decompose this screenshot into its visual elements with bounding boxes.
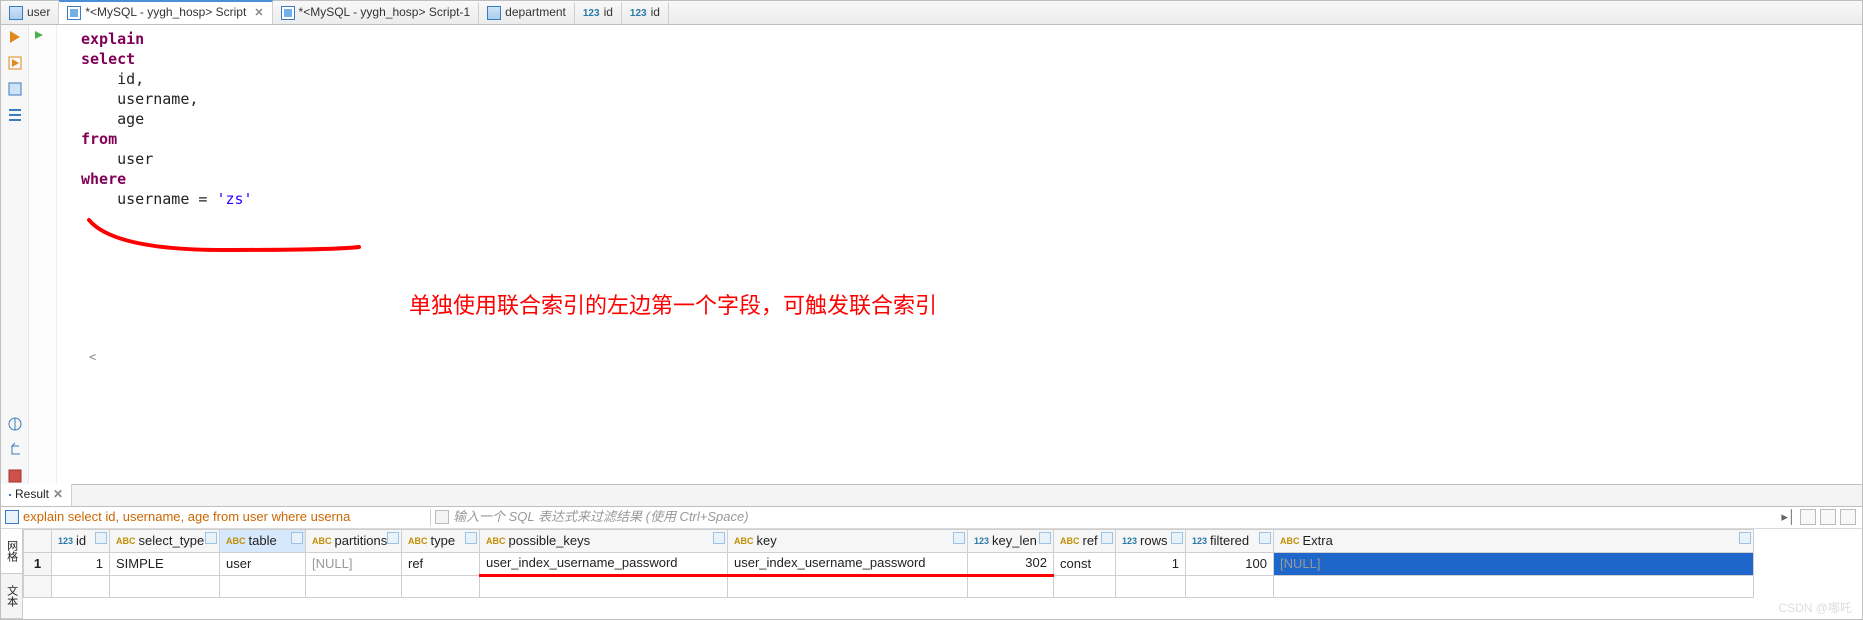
col-filtered[interactable]: 123 filtered [1186, 530, 1274, 553]
cell-key_len[interactable]: 302 [968, 553, 1054, 576]
cell-select_type[interactable]: SIMPLE [110, 553, 220, 576]
cell-Extra[interactable]: [NULL] [1274, 553, 1754, 576]
table-icon [487, 6, 501, 20]
filter-icon [435, 510, 449, 524]
filter-toggle-icon[interactable] [465, 532, 477, 544]
sql-text-icon [5, 510, 19, 524]
result-grid[interactable]: 123 idABC select_typeABC tableABC partit… [23, 529, 1754, 598]
settings-icon[interactable] [1840, 509, 1856, 525]
col-type[interactable]: ABC type [402, 530, 480, 553]
tab-label: department [505, 5, 566, 21]
filter-placeholder: 输入一个 SQL 表达式来过滤结果 (使用 Ctrl+Space) [453, 509, 749, 526]
cell-filtered[interactable]: 100 [1186, 553, 1274, 576]
grid-mode-text[interactable]: 文本 [1, 574, 22, 619]
run-icon[interactable] [7, 29, 23, 45]
annotation-text: 单独使用联合索引的左边第一个字段，可触发联合索引 [409, 295, 937, 317]
tab-label: Result [15, 487, 49, 503]
cell-ref[interactable]: const [1054, 553, 1116, 576]
row-number[interactable]: 1 [24, 553, 52, 576]
close-icon[interactable]: ✕ [254, 6, 263, 20]
cell-table[interactable]: user [220, 553, 306, 576]
filter-toggle-icon[interactable] [713, 532, 725, 544]
number-icon: 123 [583, 7, 600, 20]
tab-user[interactable]: user [1, 2, 59, 24]
col-key[interactable]: ABC key [728, 530, 968, 553]
commit-icon[interactable] [7, 416, 23, 432]
filter-toggle-icon[interactable] [953, 532, 965, 544]
col-id[interactable]: 123 id [52, 530, 110, 553]
cell-possible_keys[interactable]: user_index_username_password [480, 553, 728, 576]
tab-label: *<MySQL - yygh_hosp> Script-1 [299, 5, 471, 21]
col-table[interactable]: ABC table [220, 530, 306, 553]
grid-mode-grid[interactable]: 网格 [1, 529, 22, 574]
watermark: CSDN @哪吒 [1778, 601, 1852, 617]
filter-toggle-icon[interactable] [1039, 532, 1051, 544]
rollback-icon[interactable] [7, 442, 23, 458]
export-icon[interactable] [1820, 509, 1836, 525]
save-icon[interactable] [7, 468, 23, 484]
tab-script-1[interactable]: *<MySQL - yygh_hosp> Script-1 [273, 2, 480, 24]
filter-toggle-icon[interactable] [1259, 532, 1271, 544]
cell-partitions[interactable]: [NULL] [306, 553, 402, 576]
col-Extra[interactable]: ABC Extra [1274, 530, 1754, 553]
tab-id-1[interactable]: 123 id [575, 2, 622, 24]
query-text: explain select id, username, age from us… [23, 509, 350, 526]
cell-key[interactable]: user_index_username_password [728, 553, 968, 576]
filter-input[interactable]: 输入一个 SQL 表达式来过滤结果 (使用 Ctrl+Space) [431, 509, 1775, 526]
col-key_len[interactable]: 123 key_len [968, 530, 1054, 553]
left-toolbar [1, 25, 29, 484]
col-possible_keys[interactable]: ABC possible_keys [480, 530, 728, 553]
filter-toggle-icon[interactable] [291, 532, 303, 544]
sql-editor[interactable]: explain select id, username, age from us… [29, 25, 1862, 484]
executed-query: explain select id, username, age from us… [1, 509, 431, 526]
filter-toggle-icon[interactable] [1101, 532, 1113, 544]
collapse-caret[interactable]: < [89, 350, 96, 364]
row-header-corner [24, 530, 52, 553]
close-icon[interactable]: ✕ [53, 487, 63, 503]
tab-label: *<MySQL - yygh_hosp> Script [85, 5, 246, 21]
code-area[interactable]: explain select id, username, age from us… [29, 25, 1862, 213]
tab-label: id [604, 5, 613, 21]
panels-icon[interactable] [1800, 509, 1816, 525]
run-script-icon[interactable] [7, 55, 23, 71]
sql-icon [67, 6, 81, 20]
result-toolbar: explain select id, username, age from us… [1, 507, 1862, 529]
result-grid-wrap: 网格 文本 123 idABC select_typeABC tableABC … [1, 529, 1862, 619]
result-tools: ▸│ [1775, 509, 1862, 526]
col-select_type[interactable]: ABC select_type [110, 530, 220, 553]
table-icon [9, 6, 23, 20]
grid-mode-tabs: 网格 文本 [1, 529, 23, 619]
tab-label: id [651, 5, 660, 21]
filter-toggle-icon[interactable] [205, 532, 217, 544]
tab-id-2[interactable]: 123 id [622, 2, 669, 24]
tab-label: user [27, 5, 50, 21]
tab-result[interactable]: Result ✕ [1, 484, 72, 506]
cell-id[interactable]: 1 [52, 553, 110, 576]
plan-icon[interactable] [7, 81, 23, 97]
filter-toggle-icon[interactable] [387, 532, 399, 544]
number-icon: 123 [630, 7, 647, 20]
filter-toggle-icon[interactable] [95, 532, 107, 544]
col-partitions[interactable]: ABC partitions [306, 530, 402, 553]
result-tabs: Result ✕ [1, 484, 1862, 507]
tab-script-active[interactable]: *<MySQL - yygh_hosp> Script ✕ [59, 0, 272, 24]
tab-department[interactable]: department [479, 2, 575, 24]
editor-tabs: user *<MySQL - yygh_hosp> Script ✕ *<MySQ… [1, 1, 1862, 25]
cell-rows[interactable]: 1 [1116, 553, 1186, 576]
red-annotation-line [84, 215, 364, 255]
filter-toggle-icon[interactable] [1739, 532, 1751, 544]
grid-icon [9, 494, 11, 496]
col-rows[interactable]: 123 rows [1116, 530, 1186, 553]
cell-type[interactable]: ref [402, 553, 480, 576]
outline-icon[interactable] [7, 107, 23, 123]
col-ref[interactable]: ABC ref [1054, 530, 1116, 553]
sql-icon [281, 6, 295, 20]
filter-toggle-icon[interactable] [1171, 532, 1183, 544]
